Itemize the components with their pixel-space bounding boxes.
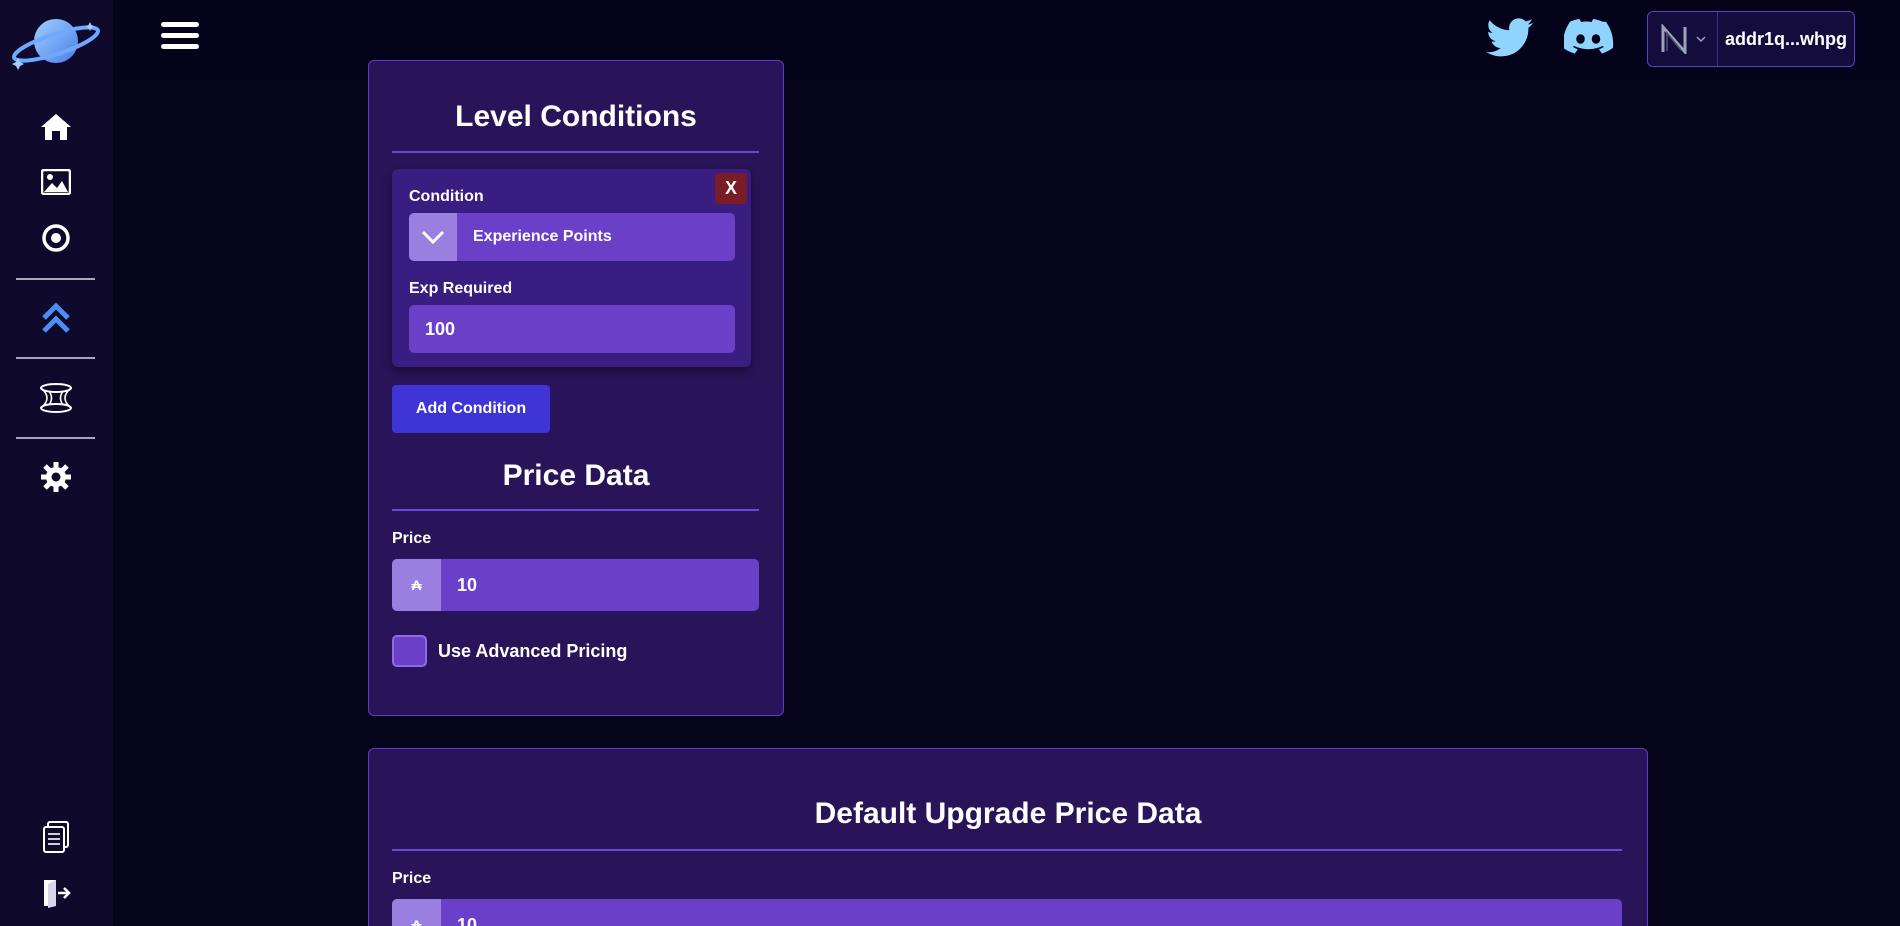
- planet-logo[interactable]: [10, 14, 102, 72]
- discord-icon[interactable]: [1564, 16, 1614, 60]
- compass-icon[interactable]: [36, 218, 76, 258]
- default-upgrade-title: Default Upgrade Price Data: [814, 797, 1202, 830]
- condition-select-value: Experience Points: [473, 228, 612, 245]
- add-condition-button[interactable]: Add Condition: [392, 385, 550, 433]
- exp-required-label: Exp Required: [409, 280, 513, 297]
- sidebar-divider: [16, 278, 95, 280]
- double-chevron-up-icon[interactable]: [36, 298, 76, 338]
- image-icon[interactable]: [36, 162, 76, 202]
- title-divider: [392, 509, 759, 511]
- menu-icon[interactable]: [161, 22, 199, 54]
- wormhole-icon[interactable]: [36, 378, 76, 418]
- default-price-value: 10: [457, 914, 478, 926]
- price-value: 10: [457, 574, 478, 595]
- ada-currency-icon: ₳: [392, 559, 441, 611]
- level-conditions-title: Level Conditions: [455, 100, 697, 133]
- exp-required-input[interactable]: 100: [409, 305, 735, 353]
- advanced-pricing-checkbox[interactable]: [392, 635, 427, 667]
- title-divider: [392, 151, 759, 153]
- condition-label: Condition: [409, 188, 484, 205]
- price-label: Price: [392, 530, 432, 547]
- price-data-title: Price Data: [502, 459, 650, 492]
- price-input[interactable]: ₳ 10: [392, 559, 759, 611]
- twitter-icon[interactable]: [1485, 16, 1535, 60]
- home-icon[interactable]: [36, 107, 76, 147]
- logout-icon[interactable]: [36, 873, 76, 913]
- wallet-logo-icon: [1648, 12, 1718, 66]
- sidebar-divider: [16, 437, 95, 439]
- title-divider: [392, 849, 1622, 851]
- gear-icon[interactable]: [36, 457, 76, 497]
- advanced-pricing-label: Use Advanced Pricing: [438, 641, 628, 661]
- default-price-input[interactable]: ₳ 10: [392, 899, 1622, 926]
- condition-select[interactable]: Experience Points: [409, 213, 735, 261]
- sidebar-divider: [16, 357, 95, 359]
- wallet-button[interactable]: addr1q...whpg: [1647, 11, 1855, 67]
- chevron-down-icon: [1695, 35, 1706, 42]
- remove-condition-button[interactable]: X: [715, 173, 747, 204]
- document-icon[interactable]: [36, 817, 76, 857]
- ada-currency-icon: ₳: [392, 899, 441, 926]
- chevron-down-icon: [409, 213, 457, 261]
- sidebar: [0, 0, 113, 926]
- default-price-label: Price: [392, 870, 432, 887]
- wallet-address: addr1q...whpg: [1724, 28, 1847, 49]
